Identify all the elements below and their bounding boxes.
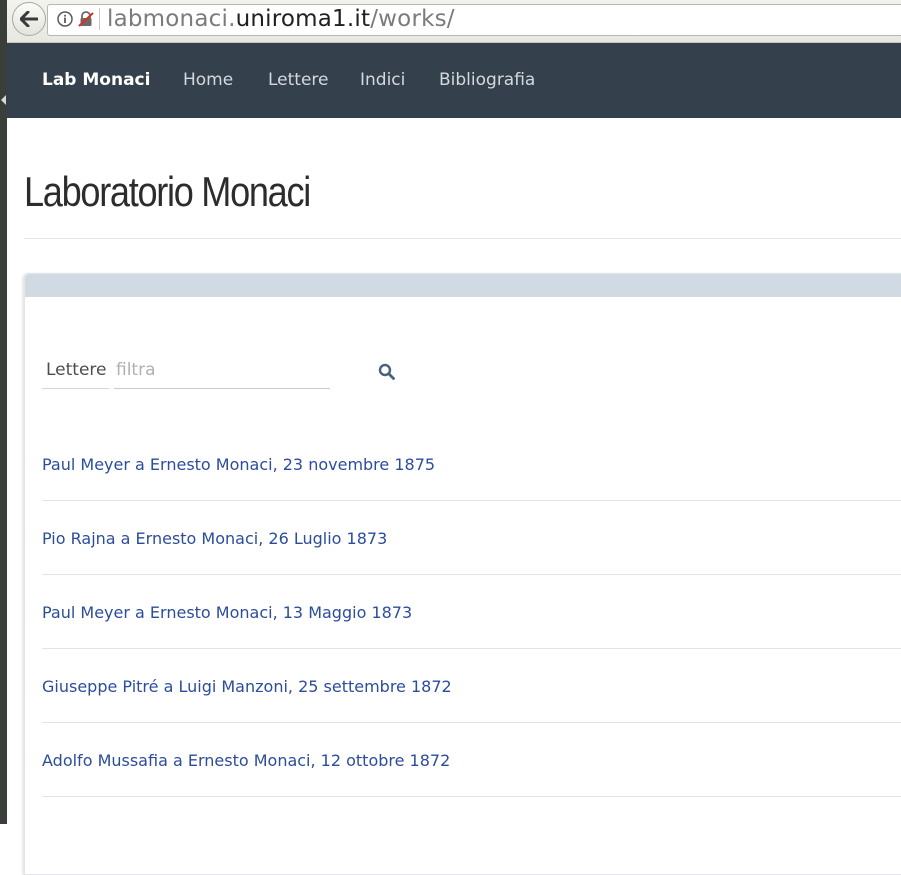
letters-panel: Lettere Paul Meyer a Ernesto Monaci, 23 …	[24, 273, 901, 875]
search-icon	[378, 363, 395, 380]
panel-header	[25, 274, 901, 297]
url-path: /works/	[370, 6, 455, 32]
search-button[interactable]	[375, 360, 397, 382]
insecure-lock-icon[interactable]	[77, 10, 95, 28]
collapse-arrow-icon[interactable]	[1, 95, 6, 105]
list-item: Adolfo Mussafia a Ernesto Monaci, 12 ott…	[42, 723, 901, 797]
letter-link[interactable]: Pio Rajna a Ernesto Monaci, 26 Luglio 18…	[42, 529, 387, 548]
url-text[interactable]: labmonaci.uniroma1.it/works/	[107, 3, 455, 35]
filter-input[interactable]	[114, 353, 330, 389]
info-icon[interactable]	[57, 11, 73, 27]
window-edge	[0, 0, 7, 824]
filter-label: Lettere	[42, 353, 109, 389]
letter-list: Paul Meyer a Ernesto Monaci, 23 novembre…	[42, 427, 901, 797]
list-item: Pio Rajna a Ernesto Monaci, 26 Luglio 18…	[42, 501, 901, 575]
nav-item-indici[interactable]: Indici	[360, 43, 405, 118]
nav-item-bibliografia[interactable]: Bibliografia	[439, 43, 535, 118]
nav-item-lettere[interactable]: Lettere	[268, 43, 329, 118]
brand-link[interactable]: Lab Monaci	[42, 43, 150, 118]
page-title: Laboratorio Monaci	[24, 168, 311, 215]
url-prefix: labmonaci.	[107, 6, 236, 32]
list-item: Giuseppe Pitré a Luigi Manzoni, 25 sette…	[42, 649, 901, 723]
list-item: Paul Meyer a Ernesto Monaci, 13 Maggio 1…	[42, 575, 901, 649]
site-navbar: Lab Monaci Home Lettere Indici Bibliogra…	[7, 43, 901, 118]
letter-link[interactable]: Paul Meyer a Ernesto Monaci, 13 Maggio 1…	[42, 603, 412, 622]
letter-link[interactable]: Giuseppe Pitré a Luigi Manzoni, 25 sette…	[42, 677, 452, 696]
letter-link[interactable]: Adolfo Mussafia a Ernesto Monaci, 12 ott…	[42, 751, 450, 770]
list-item: Paul Meyer a Ernesto Monaci, 23 novembre…	[42, 427, 901, 501]
arrow-left-icon	[20, 11, 38, 27]
url-divider	[99, 8, 100, 30]
nav-item-home[interactable]: Home	[183, 43, 233, 118]
back-button[interactable]	[12, 2, 46, 36]
url-domain: uniroma1.it	[235, 6, 371, 32]
title-divider	[24, 238, 901, 239]
browser-toolbar: labmonaci.uniroma1.it/works/	[7, 0, 901, 43]
letter-link[interactable]: Paul Meyer a Ernesto Monaci, 23 novembre…	[42, 455, 435, 474]
